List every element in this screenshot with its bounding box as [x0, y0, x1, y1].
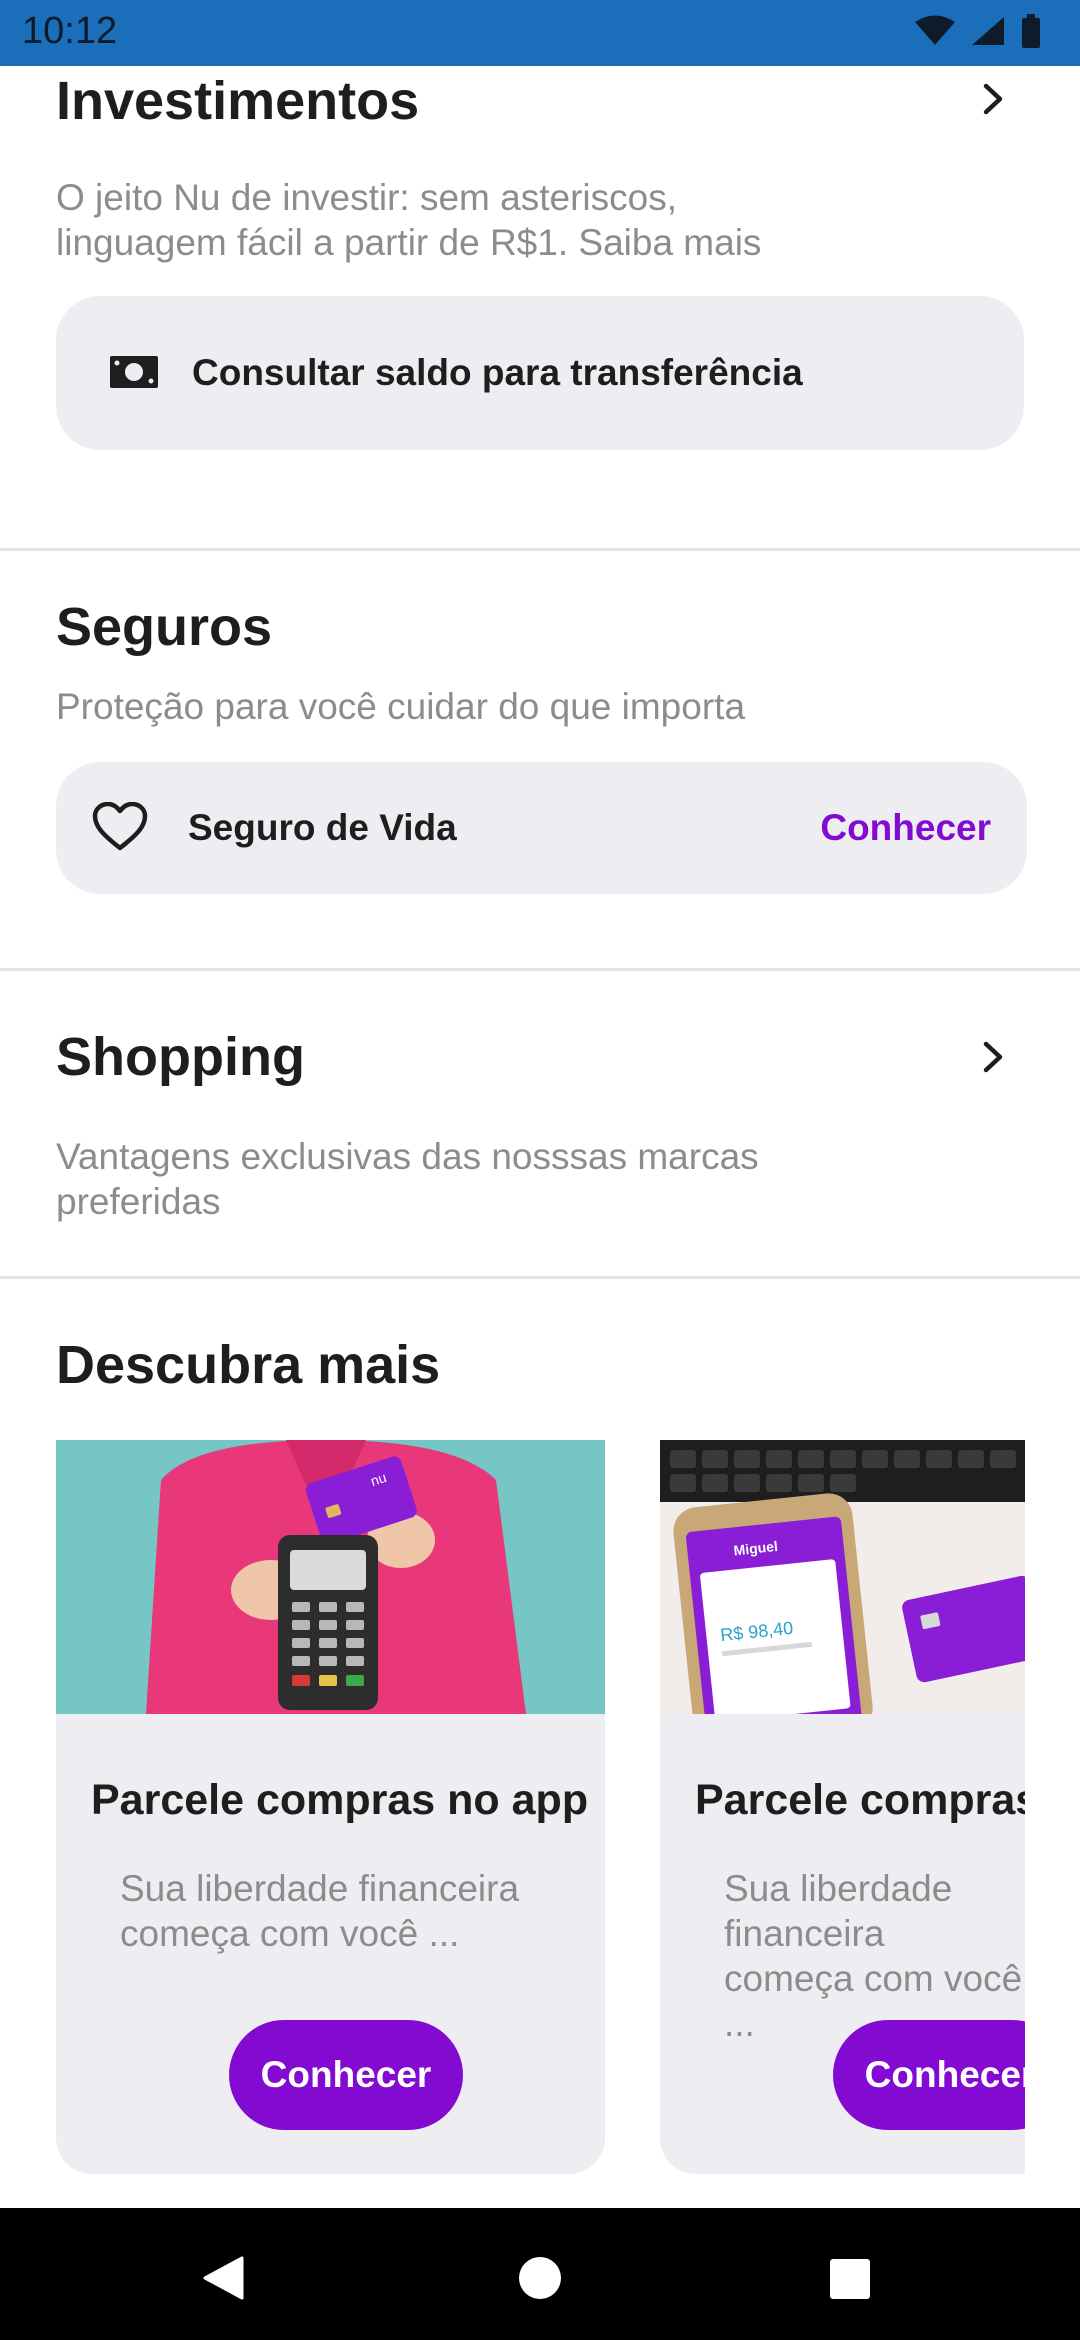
status-time: 10:12	[22, 10, 118, 52]
investimentos-title[interactable]: Investimentos	[56, 70, 419, 132]
seguros-description: Proteção para você cuidar do que importa	[56, 686, 746, 727]
seguro-de-vida-row[interactable]: Seguro de Vida Conhecer	[56, 762, 1027, 894]
card-description: Sua liberdade financeira começa com você…	[120, 1868, 520, 1954]
seguro-de-vida-label: Seguro de Vida	[188, 807, 457, 848]
card-conhecer-button[interactable]: Conhecer	[833, 2020, 1025, 2130]
promo-card[interactable]: nu Parcele compras no app Sua liberdade …	[56, 1440, 605, 2174]
card-description: Sua liberdade financeira começa com você…	[724, 1868, 1023, 2044]
battery-icon	[1022, 14, 1040, 48]
navigation-bar	[0, 2208, 1080, 2340]
divider	[0, 1276, 1080, 1279]
consultar-saldo-button[interactable]: Consultar saldo para transferência	[56, 296, 1024, 450]
chevron-right-icon[interactable]	[976, 82, 1010, 116]
seguros-title: Seguros	[56, 597, 273, 657]
money-bill-icon	[110, 356, 158, 388]
signal-icon	[972, 17, 1004, 45]
status-bar: 10:12	[0, 0, 1080, 66]
card-phone-image: Miguel R$ 98,40	[660, 1440, 1025, 1714]
shopping-description: Vantagens exclusivas das nosssas marcas …	[56, 1136, 759, 1222]
shopping-title[interactable]: Shopping	[56, 1026, 305, 1088]
back-icon[interactable]	[202, 2256, 244, 2300]
recent-apps-icon[interactable]	[829, 2258, 871, 2300]
divider	[0, 968, 1080, 971]
promo-card[interactable]: Miguel R$ 98,40 Parcele compras no app S…	[660, 1440, 1025, 2174]
seguro-conhecer-link[interactable]: Conhecer	[820, 807, 991, 849]
card-conhecer-button[interactable]: Conhecer	[229, 2020, 463, 2130]
card-payment-image: nu	[56, 1440, 605, 1714]
descubra-mais-title: Descubra mais	[56, 1335, 441, 1395]
card-title: Parcele compras no app	[695, 1776, 1025, 1824]
home-icon[interactable]	[518, 2256, 562, 2300]
chevron-right-icon[interactable]	[976, 1040, 1010, 1074]
investimentos-description: O jeito Nu de investir: sem asteriscos, …	[56, 177, 762, 263]
status-icons	[914, 14, 1042, 48]
divider	[0, 548, 1080, 551]
card-title: Parcele compras no app	[91, 1776, 589, 1824]
heart-icon	[92, 802, 148, 851]
consultar-saldo-label: Consultar saldo para transferência	[192, 352, 803, 393]
wifi-icon	[915, 15, 955, 45]
